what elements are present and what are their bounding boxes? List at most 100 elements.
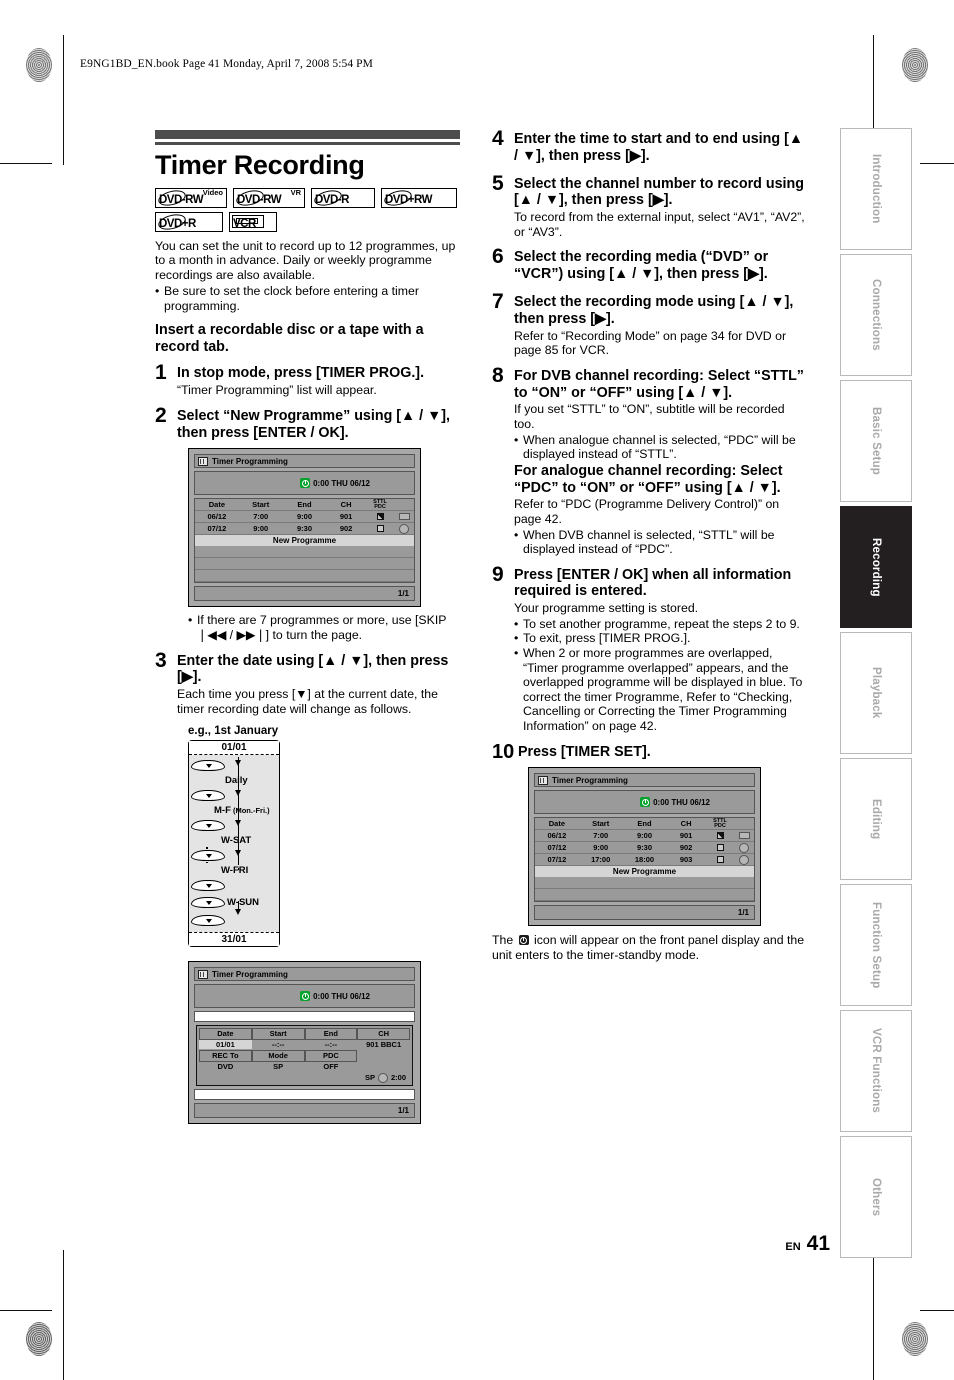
cell-ch: 901 xyxy=(339,512,353,522)
tab-connections[interactable]: Connections xyxy=(840,254,912,376)
osd-table: Date Start End CH STTL PDC 06/12 7:00 9:… xyxy=(534,817,755,903)
step-number: 9 xyxy=(492,562,504,586)
step-1: 1 In stop mode, press [TIMER PROG.]. “Ti… xyxy=(155,362,465,398)
media-badge-dvd-rw-video: Video DVD-RW xyxy=(155,187,227,208)
entry-value-mode[interactable]: SP xyxy=(252,1062,305,1071)
step-heading: Press [TIMER SET]. xyxy=(518,743,651,760)
tab-editing[interactable]: Editing xyxy=(840,758,912,880)
cycle-row-label: W-FRI xyxy=(189,864,279,877)
osd-clock-text: 0:00 THU 06/12 xyxy=(313,991,370,1001)
table-row[interactable]: 06/12 7:00 9:00 901 xyxy=(535,830,754,843)
checkbox-checked-icon[interactable] xyxy=(376,513,384,521)
cycle-stem xyxy=(237,901,240,911)
crop-line-left-h xyxy=(0,163,52,164)
tab-playback[interactable]: Playback xyxy=(840,632,912,754)
tab-basic-setup[interactable]: Basic Setup xyxy=(840,380,912,502)
step-bullet: When analogue channel is selected, “PDC”… xyxy=(514,433,807,462)
osd-empty-row[interactable] xyxy=(535,877,754,890)
table-row[interactable]: 07/12 9:00 9:30 902 xyxy=(195,523,414,536)
media-badge-list: Video DVD-RW VR DVD-RW DVD-R DVD+RW DVD+… xyxy=(155,187,467,232)
media-badge-dvd-plus-rw: DVD+RW xyxy=(381,187,457,208)
step-heading: For DVB channel recording: Select “STTL”… xyxy=(514,367,804,401)
cell-ch: 903 xyxy=(679,855,693,865)
osd-empty-row[interactable] xyxy=(535,889,754,902)
window-grid-icon xyxy=(198,456,208,466)
osd-new-programme-row[interactable]: New Programme xyxy=(535,866,754,878)
cell-end: 9:30 xyxy=(636,843,652,853)
step-9: 9 Press [ENTER / OK] when all informatio… xyxy=(492,562,807,734)
tab-others[interactable]: Others xyxy=(840,1136,912,1258)
entry-value-end[interactable]: --:-- xyxy=(305,1040,358,1049)
step-8-sub-note: Refer to “PDC (Programme Delivery Contro… xyxy=(514,497,780,526)
osd-clock-row: 0:00 THU 06/12 xyxy=(194,471,415,496)
cycle-row-label: W-SAT xyxy=(189,834,279,847)
tab-function-setup[interactable]: Function Setup xyxy=(840,884,912,1006)
cell-sttl[interactable] xyxy=(706,844,734,852)
entry-header-start: Start xyxy=(251,1027,305,1040)
density-blob-top-right xyxy=(902,48,928,82)
manual-page: E9NG1BD_EN.book Page 41 Monday, April 7,… xyxy=(0,0,954,1380)
entry-value-pdc[interactable]: OFF xyxy=(305,1062,358,1071)
table-row[interactable]: 07/12 9:00 9:30 902 xyxy=(535,842,754,855)
step-2: 2 Select “New Programme” using [▲ / ▼], … xyxy=(155,403,465,443)
page-title: Timer Recording xyxy=(155,149,365,180)
step-note: “Timer Programming” list will appear. xyxy=(177,383,377,398)
cell-start: 9:00 xyxy=(253,524,269,534)
tab-introduction[interactable]: Introduction xyxy=(840,128,912,250)
step-heading: In stop mode, press [TIMER PROG.]. xyxy=(177,365,425,382)
intro-bullets: Be sure to set the clock before entering… xyxy=(155,284,465,313)
cell-start: 9:00 xyxy=(593,843,609,853)
step-10: 10 Press [TIMER SET]. xyxy=(492,742,807,762)
cell-end: 9:00 xyxy=(296,512,312,522)
section-tab-strip: Introduction Connections Basic Setup Rec… xyxy=(840,128,912,1262)
entry-header-ch: CH xyxy=(357,1027,410,1040)
osd-empty-row[interactable] xyxy=(195,570,414,583)
osd-entry-value-row-1[interactable]: 01/01 --:-- --:-- 901 BBC1 xyxy=(199,1039,410,1050)
media-badge-sup: Video xyxy=(202,187,223,197)
entry-header-date: Date xyxy=(199,1027,252,1040)
cell-sttl[interactable] xyxy=(366,513,394,521)
checkbox-icon[interactable] xyxy=(716,844,724,852)
osd-empty-row[interactable] xyxy=(195,558,414,571)
entry-header-pdc: PDC xyxy=(304,1049,358,1062)
checkbox-checked-icon[interactable] xyxy=(716,832,724,840)
cell-media xyxy=(734,832,754,840)
osd-new-programme-row[interactable]: New Programme xyxy=(195,535,414,547)
intro-paragraph: You can set the unit to record up to 12 … xyxy=(155,238,456,282)
clock-icon xyxy=(640,797,651,808)
tab-label: Function Setup xyxy=(870,901,882,989)
cell-start: 17:00 xyxy=(591,855,611,865)
cell-sttl[interactable] xyxy=(706,832,734,840)
osd-empty-row[interactable] xyxy=(195,546,414,559)
cell-date: 06/12 xyxy=(547,831,567,841)
cycle-stem-dotted xyxy=(237,843,240,872)
table-row[interactable]: 07/12 17:00 18:00 903 xyxy=(535,854,754,867)
down-button-icon xyxy=(191,850,225,862)
step-number: 5 xyxy=(492,171,504,195)
osd-entry-header-row-2: REC To Mode PDC xyxy=(199,1049,410,1062)
tape-icon xyxy=(398,513,410,521)
entry-value-ch[interactable]: 901 BBC1 xyxy=(357,1040,410,1049)
down-button-icon xyxy=(191,880,225,892)
checkbox-icon[interactable] xyxy=(376,525,384,533)
step-8-sub-bullets: When DVB channel is selected, “STTL” wil… xyxy=(514,528,807,557)
entry-value-start[interactable]: --:-- xyxy=(252,1040,305,1049)
checkbox-icon[interactable] xyxy=(716,856,724,864)
step-heading: Select “New Programme” using [▲ / ▼], th… xyxy=(177,407,450,441)
cell-ch: 902 xyxy=(339,524,353,534)
clock-icon xyxy=(518,935,529,946)
entry-value-recto[interactable]: DVD xyxy=(199,1062,252,1071)
osd-entry-value-row-2[interactable]: DVD SP OFF xyxy=(199,1061,410,1072)
tab-label: Connections xyxy=(870,279,882,351)
footer-language: EN xyxy=(785,1241,801,1253)
closing-paragraph: The icon will appear on the front panel … xyxy=(492,933,807,962)
cell-sttl[interactable] xyxy=(366,525,394,533)
entry-value-date[interactable]: 01/01 xyxy=(199,1040,252,1050)
media-badge-dvd-plus-r: DVD+R xyxy=(155,211,223,232)
left-column: Timer Recording Video DVD-RW VR DVD-RW D… xyxy=(155,130,467,1125)
cell-sttl[interactable] xyxy=(706,856,734,864)
tab-vcr-functions[interactable]: VCR Functions xyxy=(840,1010,912,1132)
table-row[interactable]: 06/12 7:00 9:00 901 xyxy=(195,511,414,524)
tab-recording[interactable]: Recording xyxy=(840,506,912,628)
step-number: 2 xyxy=(155,403,167,427)
